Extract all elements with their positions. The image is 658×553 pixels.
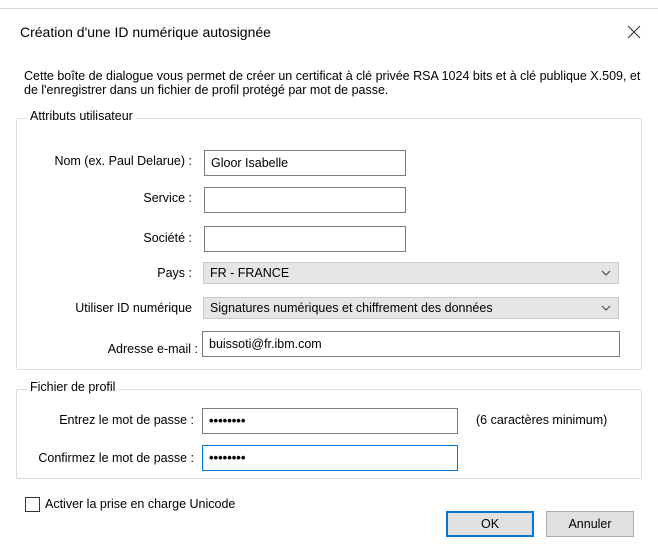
unicode-checkbox[interactable] [25,497,40,512]
use-id-dropdown[interactable]: Signatures numériques et chiffrement des… [203,297,619,319]
email-label: Adresse e-mail : [107,342,198,356]
close-icon [627,25,641,39]
company-field[interactable] [204,226,406,252]
country-dropdown-value: FR - FRANCE [210,266,290,280]
name-field[interactable]: Gloor Isabelle [204,150,406,176]
confirm-password-label: Confirmez le mot de passe : [38,451,194,465]
country-label: Pays : [157,266,192,280]
dialog-title: Création d'une ID numérique autosignée [20,24,271,40]
confirm-password-field[interactable]: •••••••• [202,445,458,471]
ok-button[interactable]: OK [446,511,534,537]
chevron-down-icon [601,305,611,311]
unicode-checkbox-label[interactable]: Activer la prise en charge Unicode [45,497,235,511]
name-label: Nom (ex. Paul Delarue) : [54,154,192,168]
service-label: Service : [143,191,192,205]
user-attributes-legend: Attributs utilisateur [27,109,136,123]
country-dropdown[interactable]: FR - FRANCE [203,262,619,284]
cancel-button[interactable]: Annuler [546,511,634,537]
chevron-down-icon [601,270,611,276]
use-id-label: Utiliser ID numérique [75,301,192,315]
company-label: Société : [143,231,192,245]
password-field[interactable]: •••••••• [202,408,458,434]
email-field[interactable]: buissoti@fr.ibm.com [202,331,620,357]
use-id-dropdown-value: Signatures numériques et chiffrement des… [210,301,493,315]
window-top-edge [0,0,658,9]
close-button[interactable] [620,18,648,46]
dialog-description: Cette boîte de dialogue vous permet de c… [24,69,641,97]
profile-file-legend: Fichier de profil [27,380,119,394]
service-field[interactable] [204,187,406,213]
password-label: Entrez le mot de passe : [59,413,194,427]
password-hint: (6 caractères minimum) [476,413,608,427]
